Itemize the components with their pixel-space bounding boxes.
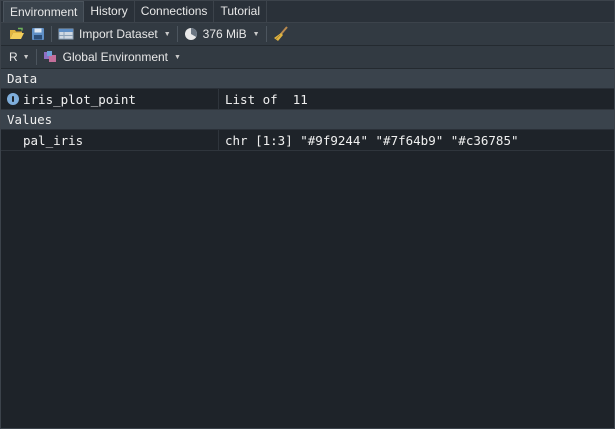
variable-name-cell: pal_iris	[1, 130, 219, 150]
pie-chart-icon	[184, 27, 197, 40]
chevron-down-icon: ▼	[22, 53, 30, 61]
tab-bar: Environment History Connections Tutorial	[1, 1, 614, 23]
memory-usage-label: 376 MiB	[202, 27, 247, 41]
tab-connections[interactable]: Connections	[135, 1, 215, 22]
environment-cube-icon	[43, 51, 56, 62]
table-icon	[58, 28, 74, 40]
values-section-header: Values	[1, 110, 614, 130]
variable-name: iris_plot_point	[23, 91, 136, 107]
import-dataset-button[interactable]: Import Dataset ▼	[55, 23, 174, 45]
clear-workspace-button[interactable]	[270, 23, 292, 45]
language-label: R	[9, 50, 18, 64]
import-dataset-label: Import Dataset	[79, 27, 158, 41]
chevron-down-icon: ▼	[252, 30, 260, 38]
table-row[interactable]: iris_plot_point List of 11	[1, 89, 614, 110]
broom-icon	[273, 26, 288, 41]
expand-icon[interactable]	[7, 93, 19, 105]
toolbar-divider	[35, 49, 37, 65]
variable-value: chr [1:3] "#9f9244" "#7f64b9" "#c36785"	[225, 132, 519, 148]
variable-value: List of 11	[225, 91, 308, 107]
toolbar-divider	[51, 26, 52, 42]
variable-name: pal_iris	[23, 132, 84, 148]
toolbar-divider	[176, 26, 178, 42]
chevron-down-icon: ▼	[163, 30, 171, 38]
toolbar-divider	[265, 26, 267, 42]
table-row[interactable]: pal_iris chr [1:3] "#9f9244" "#7f64b9" "…	[1, 130, 614, 151]
save-workspace-button[interactable]	[28, 23, 48, 45]
tab-tutorial[interactable]: Tutorial	[214, 1, 268, 22]
language-select[interactable]: R ▼	[6, 46, 33, 68]
load-workspace-button[interactable]	[6, 23, 28, 45]
folder-open-icon	[10, 27, 24, 39]
chevron-down-icon: ▼	[174, 53, 181, 61]
tab-history[interactable]: History	[84, 1, 135, 22]
environment-label: Global Environment	[62, 50, 168, 64]
memory-usage-button[interactable]: 376 MiB ▼	[181, 23, 263, 45]
environment-select[interactable]: Global Environment ▼	[40, 46, 184, 68]
scope-toolbar: R ▼ Global Environment ▼	[1, 46, 614, 69]
save-icon	[32, 28, 44, 40]
data-section-header: Data	[1, 69, 614, 89]
variable-name-cell: iris_plot_point	[1, 89, 219, 109]
tab-environment[interactable]: Environment	[3, 1, 85, 22]
environment-pane: Environment History Connections Tutorial	[0, 0, 615, 429]
environment-toolbar: Import Dataset ▼ 376 MiB ▼	[1, 23, 614, 46]
